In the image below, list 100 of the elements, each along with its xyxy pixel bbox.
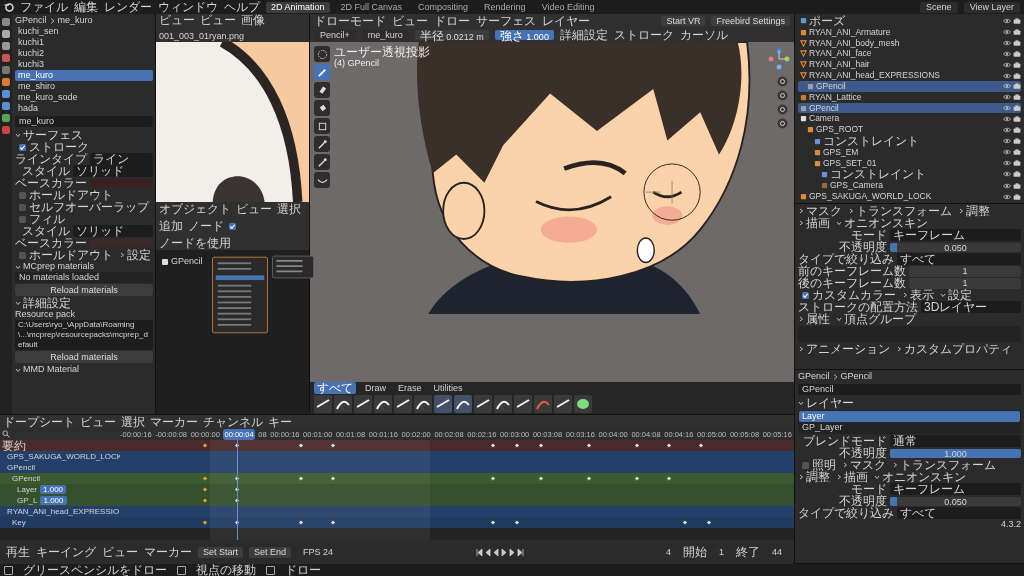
channel-row[interactable]: GP_L 1.000 [0, 495, 120, 506]
outliner-item[interactable]: RYAN_ANI_Armature [798, 26, 1021, 38]
menu-item[interactable]: 画像 [241, 14, 265, 26]
axis-gizmo-icon[interactable] [768, 48, 790, 70]
outliner-item[interactable]: GPS_SET_01 [798, 157, 1021, 169]
start-vr-button[interactable]: Start VR [661, 16, 706, 26]
material-field[interactable]: me_kuro [361, 29, 409, 41]
menu-item[interactable]: ファイル [20, 1, 68, 13]
tool-button[interactable] [314, 64, 330, 80]
menu-item[interactable]: ノード [188, 220, 224, 232]
section-title[interactable]: 属性 [806, 313, 830, 325]
eye-icon[interactable] [1003, 50, 1011, 57]
name-field[interactable]: me_kuro [15, 116, 153, 127]
section-title[interactable]: レイヤー [806, 397, 854, 409]
slider[interactable]: 0.050 [890, 496, 1021, 506]
outliner-item[interactable]: RYAN_ANI_body_mesh [798, 37, 1021, 49]
outliner-item[interactable]: GPS_ROOT [798, 124, 1021, 136]
section-title[interactable]: 設定 [127, 249, 151, 261]
channel-row[interactable]: GPS_SAKUGA_WORLD_LOCK [0, 451, 120, 462]
outliner-item[interactable]: コンストレイント [798, 135, 1021, 147]
menu-item[interactable]: マーカー [150, 415, 198, 428]
menu-item[interactable]: 編集 [74, 1, 98, 13]
checkbox[interactable] [802, 291, 809, 299]
channel-row[interactable]: Layer 1.000 [0, 484, 120, 495]
brush-tab[interactable]: Erase [395, 382, 425, 394]
eye-icon[interactable] [1003, 182, 1011, 189]
tool-button[interactable] [314, 154, 330, 170]
brush-tab[interactable]: Draw [362, 382, 389, 394]
menu-item[interactable]: ストローク [613, 29, 674, 41]
chevron-icon[interactable] [836, 316, 842, 322]
reload-button[interactable]: Reload materials [15, 351, 153, 363]
section-title[interactable]: 表示 [910, 289, 934, 301]
chevron-icon[interactable] [798, 400, 804, 406]
channel-row[interactable]: RYAN_ANI_head_EXPRESSIO [0, 506, 120, 517]
outliner-item[interactable]: GPS_SAKUGA_WORLD_LOCK [798, 191, 1021, 203]
section-title[interactable]: 詳細設定 [23, 297, 71, 309]
chevron-icon[interactable] [902, 292, 908, 298]
menu-item[interactable]: ビュー [392, 15, 428, 27]
eye-icon[interactable] [1003, 126, 1011, 133]
chevron-icon[interactable] [15, 132, 21, 138]
name-field[interactable]: GPencil [798, 384, 1021, 395]
playback-controls-icon[interactable] [475, 547, 524, 557]
section-title[interactable]: MMD Material [23, 364, 79, 375]
checkbox[interactable] [19, 215, 26, 223]
eye-icon[interactable] [1003, 29, 1011, 36]
eye-icon[interactable] [1003, 193, 1011, 200]
menu-item[interactable]: オブジェクト [159, 203, 231, 215]
tool-button[interactable] [314, 118, 330, 134]
slider[interactable]: 0.050 [890, 242, 1021, 252]
section-title[interactable]: 調整 [966, 205, 990, 217]
section-title[interactable]: オニオンスキン [844, 217, 928, 229]
workspace-tab[interactable]: Video Editing [536, 1, 600, 13]
checkbox[interactable] [19, 203, 26, 211]
channel-row[interactable]: GPencil [0, 462, 120, 473]
layer-item[interactable]: me_shiro [15, 81, 153, 92]
image-name-field[interactable]: 001_003_01ryan.png [159, 31, 245, 42]
eye-icon[interactable] [1003, 61, 1011, 68]
eye-icon[interactable] [1003, 138, 1011, 144]
brush-stroke-icon[interactable] [434, 395, 452, 413]
menu-item[interactable]: ビュー [80, 415, 116, 428]
workspace-tab[interactable]: 2D Full Canvas [335, 1, 408, 13]
app-logo-icon[interactable] [4, 2, 14, 12]
outliner-item[interactable]: GPencil [798, 80, 1021, 92]
chevron-icon[interactable] [798, 316, 804, 322]
section-title[interactable]: トランスフォーム [856, 205, 952, 217]
chevron-icon[interactable] [15, 366, 21, 373]
layer-item[interactable]: kuchi3 [15, 59, 153, 70]
dropdown[interactable]: すべて [897, 507, 1021, 519]
section-title[interactable]: トランスフォーム [900, 459, 996, 471]
number-field[interactable]: 1 [909, 265, 1021, 277]
outliner-item[interactable]: GPencil [798, 102, 1021, 114]
menu-item[interactable]: ドローモード [314, 15, 386, 27]
outliner-item[interactable]: GPS_EM [798, 146, 1021, 158]
tool-button[interactable] [314, 82, 330, 98]
eye-icon[interactable] [1003, 160, 1011, 167]
chevron-icon[interactable] [836, 474, 842, 480]
outliner-item[interactable]: RYAN_Lattice [798, 91, 1021, 103]
set-start-button[interactable]: Set Start [198, 546, 243, 558]
menu-item[interactable]: 選択 [121, 415, 145, 428]
chevron-icon[interactable] [842, 462, 848, 468]
menu-item[interactable]: サーフェス [476, 15, 536, 27]
menu-item[interactable]: レイヤー [542, 15, 590, 27]
channel-row[interactable]: Key [0, 517, 120, 528]
brush-field[interactable]: Pencil+ [314, 29, 356, 41]
channel-row[interactable]: 要約 [0, 440, 120, 451]
dropdown[interactable]: ソリッド [73, 165, 153, 177]
eye-icon[interactable] [1003, 115, 1011, 122]
outliner-item[interactable]: GPS_Camera [798, 180, 1021, 192]
eye-icon[interactable] [1003, 105, 1011, 111]
path-field[interactable]: C:\Users\ryo_\AppData\Roaming\...\mcprep\resourcepacks\mcprep_default [15, 320, 153, 350]
chevron-icon[interactable] [836, 220, 842, 226]
layer-item[interactable]: kuchi2 [15, 48, 153, 59]
chevron-icon[interactable] [798, 474, 804, 480]
menu-item[interactable]: レンダー [104, 1, 152, 13]
menu-item[interactable]: ビュー [200, 14, 236, 26]
tool-button[interactable] [314, 136, 330, 152]
chevron-icon[interactable] [15, 263, 21, 270]
workspace-tab[interactable]: Compositing [413, 1, 474, 13]
chevron-icon[interactable] [119, 252, 125, 258]
section-title[interactable]: カスタムプロパティ [904, 343, 1012, 355]
